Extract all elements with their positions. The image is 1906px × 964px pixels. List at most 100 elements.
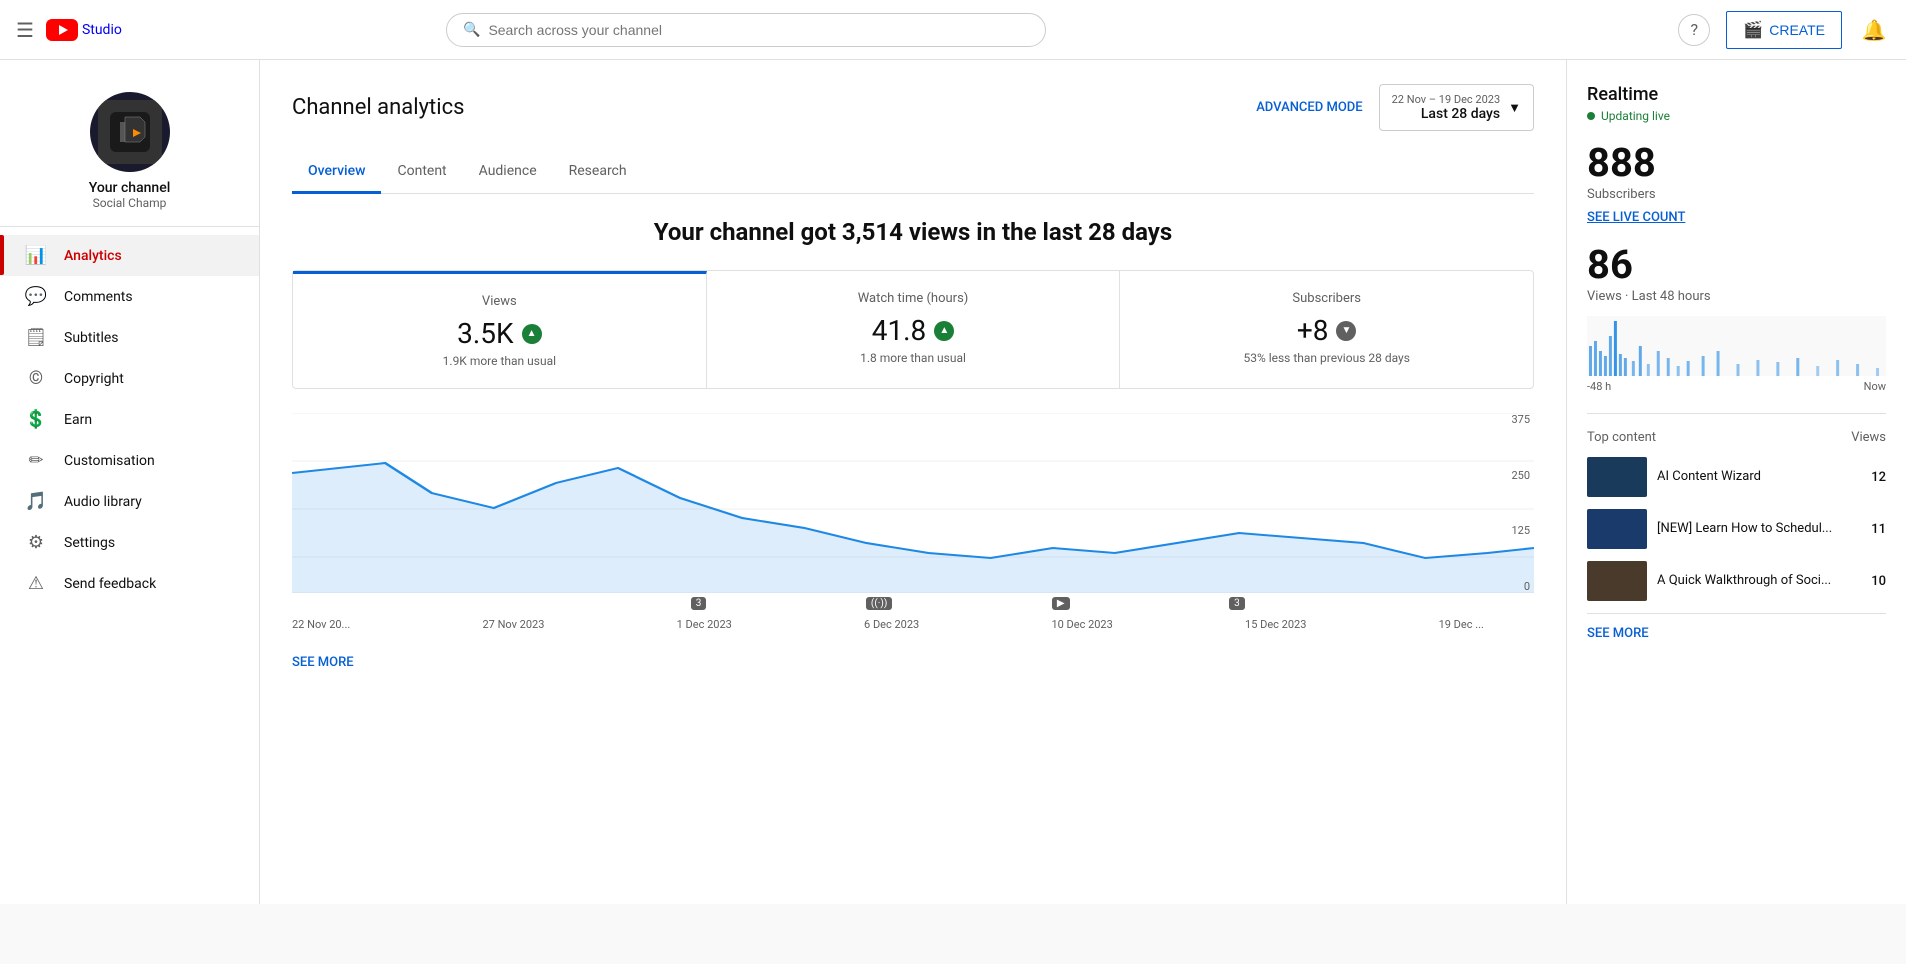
yt-studio-logo[interactable]: Studio [46,19,122,41]
time-label-left: -48 h [1587,380,1611,393]
content-item-3: A Quick Walkthrough of Soci... 10 [1587,561,1886,601]
nav-item-wrap-subtitles: 🗒Subtitles [0,317,259,358]
nav-items: 📊Analytics 💬 Comments 🗒Subtitles©Copyright💲… [0,235,259,604]
sidebar-item-label-comments: Comments [64,289,133,305]
content-info-1: AI Content Wizard [1657,469,1861,486]
search-input[interactable] [488,22,1029,38]
mini-chart [1587,316,1886,376]
chart-with-axis: 375 250 125 0 [292,413,1534,593]
main-layout: Your channel Social Champ 📊Analytics💬Com… [0,60,1906,904]
date-range-label: Last 28 days [1421,106,1500,122]
marker-play: ▶ [1052,597,1070,610]
search-bar[interactable]: 🔍 [446,13,1046,47]
sidebar-item-label-copyright: Copyright [64,371,124,387]
nav-item-wrap-audio-library: 🎵Audio library [0,481,259,522]
nav-item-wrap-copyright: ©Copyright [0,358,259,399]
views-col-header: Views [1851,430,1886,445]
live-indicator: Updating live [1587,109,1886,123]
chart-y-axis: 375 250 125 0 [1484,413,1534,593]
sidebar-item-label-earn: Earn [64,412,92,428]
sidebar-item-customisation[interactable]: ✏Customisation [0,440,259,481]
sidebar-item-copyright[interactable]: ©Copyright [0,358,259,399]
channel-logo-svg [105,107,155,157]
content-title-1: AI Content Wizard [1657,469,1861,486]
stat-card-watch-time[interactable]: Watch time (hours) 41.8 ▲ 1.8 more than … [707,271,1121,388]
customisation-icon: ✏ [24,450,48,471]
nav-item-wrap-send-feedback: ⚠Send feedback [0,563,259,604]
tab-content[interactable]: Content [381,151,462,194]
stat-value-subscribers: +8 [1297,314,1329,347]
advanced-mode-link[interactable]: ADVANCED MODE [1256,100,1362,115]
sidebar: Your channel Social Champ 📊Analytics💬Com… [0,60,260,904]
content-views-1: 12 [1871,470,1886,485]
mini-chart-svg [1587,316,1886,376]
content-item-2: [NEW] Learn How to Schedul... 11 [1587,509,1886,549]
date-range-selector[interactable]: 22 Nov – 19 Dec 2023 Last 28 days ▼ [1379,84,1534,131]
active-bar [0,235,4,275]
realtime-title: Realtime [1587,84,1886,105]
stat-value-watch-time: 41.8 [872,314,927,347]
help-icon[interactable]: ? [1678,14,1710,46]
stat-card-subscribers[interactable]: Subscribers +8 ▼ 53% less than previous … [1120,271,1533,388]
audio-library-icon: 🎵 [24,491,48,512]
sidebar-item-settings[interactable]: ⚙Settings [0,522,259,563]
nav-item-wrap-comments: 💬 Comments [0,276,259,317]
chart-container: 375 250 125 0 3 ((·)) ▶ 3 22 Nov 20... 2… [292,405,1534,639]
hamburger-icon[interactable]: ☰ [16,18,34,42]
studio-label: Studio [82,22,122,38]
content-views-2: 11 [1871,522,1886,537]
sidebar-item-analytics[interactable]: 📊Analytics [0,235,259,276]
see-more-link[interactable]: SEE MORE [292,655,1534,670]
y-label-375: 375 [1511,413,1530,426]
top-content-title: Top content [1587,430,1656,445]
header-right: ADVANCED MODE 22 Nov – 19 Dec 2023 Last … [1256,84,1534,131]
top-content-header: Top content Views [1587,413,1886,445]
content-thumb-2 [1587,509,1647,549]
sidebar-item-comments[interactable]: 💬 Comments [0,276,259,317]
sidebar-item-send-feedback[interactable]: ⚠Send feedback [0,563,259,604]
create-button[interactable]: 🎬 CREATE [1726,11,1842,49]
top-nav: ☰ Studio 🔍 ? 🎬 CREATE 🔔 [0,0,1906,60]
notification-icon[interactable]: 🔔 [1858,14,1890,46]
subscribers-down-badge: ▼ [1336,321,1356,341]
tab-audience[interactable]: Audience [463,151,553,194]
stat-label-views: Views [482,294,517,309]
stat-change-watch-time: 1.8 more than usual [860,351,966,365]
avatar [90,92,170,172]
search-icon: 🔍 [463,22,480,38]
content-title-3: A Quick Walkthrough of Soci... [1657,573,1861,590]
comments-icon: 💬 [24,286,48,307]
stat-change-subscribers: 53% less than previous 28 days [1243,351,1409,365]
sidebar-item-label-subtitles: Subtitles [64,330,119,346]
content-views-3: 10 [1871,574,1886,589]
channel-name: Your channel [89,180,171,196]
sidebar-item-audio-library[interactable]: 🎵Audio library [0,481,259,522]
content-thumb-3 [1587,561,1647,601]
sidebar-item-subtitles[interactable]: 🗒Subtitles [0,317,259,358]
realtime-see-more-link[interactable]: SEE MORE [1587,613,1886,641]
content-info-2: [NEW] Learn How to Schedul... [1657,521,1861,538]
sidebar-item-label-analytics: Analytics [64,248,122,264]
tab-overview[interactable]: Overview [292,151,381,194]
chart-x-axis: 22 Nov 20... 27 Nov 2023 1 Dec 2023 6 De… [292,618,1534,631]
stat-card-views[interactable]: Views 3.5K ▲ 1.9K more than usual [293,271,707,388]
nav-item-wrap-settings: ⚙Settings [0,522,259,563]
time-label-right: Now [1864,380,1886,393]
page-header: Channel analytics ADVANCED MODE 22 Nov –… [292,84,1534,131]
create-label: CREATE [1769,22,1825,38]
x-label-1: 22 Nov 20... [292,618,350,631]
nav-right: ? 🎬 CREATE 🔔 [1678,11,1890,49]
tabs: Overview Content Audience Research [292,151,1534,194]
subscribers-count: 888 [1587,143,1886,183]
tab-research[interactable]: Research [553,151,643,194]
nav-item-wrap-analytics: 📊Analytics [0,235,259,276]
content-info-3: A Quick Walkthrough of Soci... [1657,573,1861,590]
chart-svg [292,413,1534,593]
stat-value-row-views: 3.5K ▲ [457,317,541,350]
views-48h-count: 86 [1587,245,1886,285]
sidebar-item-earn[interactable]: 💲Earn [0,399,259,440]
see-live-count-link[interactable]: SEE LIVE COUNT [1587,210,1886,225]
date-range-period: 22 Nov – 19 Dec 2023 [1392,93,1501,106]
content-title-2: [NEW] Learn How to Schedul... [1657,521,1861,538]
stat-change-views: 1.9K more than usual [443,354,556,368]
